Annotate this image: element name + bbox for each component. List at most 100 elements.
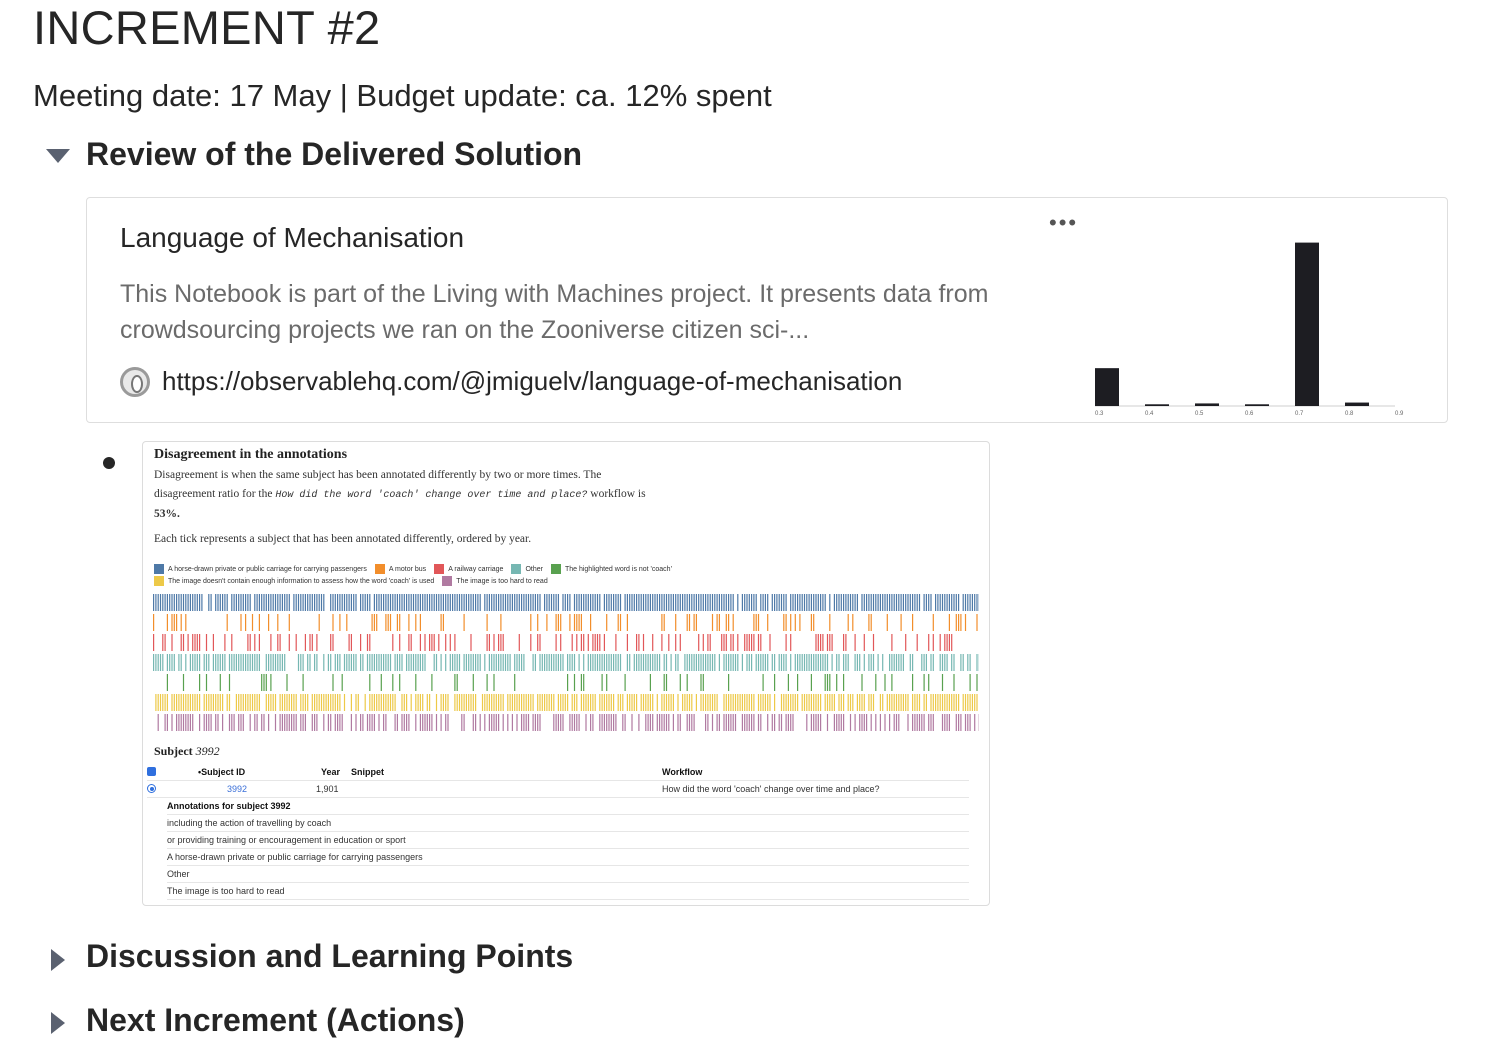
tick-mark xyxy=(222,714,224,731)
annotation-row: The image is too hard to read xyxy=(167,883,969,900)
tick-mark xyxy=(969,654,971,671)
tick-mark xyxy=(677,654,679,671)
bookmark-link[interactable]: https://observablehq.com/@jmiguelv/langu… xyxy=(120,366,902,397)
tick-mark xyxy=(153,654,155,671)
tick-mark xyxy=(854,714,856,731)
tick-mark xyxy=(716,714,718,731)
tick-mark xyxy=(401,694,403,711)
tick-mark xyxy=(626,694,628,711)
tick-mark xyxy=(461,694,463,711)
tick-mark xyxy=(247,654,249,671)
tick-mark xyxy=(937,694,939,711)
tick-mark xyxy=(636,594,638,611)
tick-mark xyxy=(725,614,727,631)
col-year[interactable]: Year xyxy=(321,767,340,777)
tick-mark xyxy=(327,654,329,671)
tick-mark xyxy=(718,594,720,611)
tick-mark xyxy=(746,714,748,731)
tick-mark xyxy=(854,654,856,671)
tick-mark xyxy=(778,714,780,731)
table-row[interactable]: 3992 1,901 How did the word 'coach' chan… xyxy=(147,781,969,798)
toggle-discussion-arrow[interactable] xyxy=(51,949,65,971)
tick-mark xyxy=(314,714,316,731)
toggle-review-title[interactable]: Review of the Delivered Solution xyxy=(86,136,582,173)
tick-mark xyxy=(272,594,274,611)
tick-mark xyxy=(339,694,341,711)
tick-mark xyxy=(486,634,488,651)
tick-mark xyxy=(263,594,265,611)
tick-mark xyxy=(725,594,727,611)
tick-mark xyxy=(856,694,858,711)
tick-mark xyxy=(665,694,668,711)
tick-mark xyxy=(539,634,541,651)
tick-mark xyxy=(633,594,635,611)
tick-mark xyxy=(429,594,431,611)
tick-mark xyxy=(270,654,272,671)
tick-mark xyxy=(948,714,950,731)
tick-mark xyxy=(410,694,412,711)
tick-mark xyxy=(346,654,348,671)
caret-right-icon xyxy=(51,1012,65,1034)
tick-mark xyxy=(394,714,396,731)
tick-mark xyxy=(691,694,693,711)
tick-mark xyxy=(695,694,697,711)
col-snippet[interactable]: Snippet xyxy=(351,767,384,777)
tick-mark xyxy=(254,634,256,651)
tick-mark xyxy=(373,714,375,731)
tick-mark xyxy=(843,654,845,671)
tick-mark xyxy=(530,634,532,651)
tick-mark xyxy=(472,594,474,611)
row-radio[interactable] xyxy=(147,784,156,793)
row-workflow: How did the word 'coach' change over tim… xyxy=(662,784,880,794)
tick-mark xyxy=(410,654,412,671)
tick-mark xyxy=(339,594,341,611)
tick-mark xyxy=(238,694,240,711)
tick-mark xyxy=(647,714,649,731)
select-all-checkbox[interactable] xyxy=(147,767,156,776)
tick-mark xyxy=(263,714,265,731)
tick-mark xyxy=(882,654,884,671)
tick-mark xyxy=(155,654,157,671)
tick-mark xyxy=(898,594,900,611)
tick-mark xyxy=(693,714,695,731)
tick-mark xyxy=(479,714,481,731)
tick-mark xyxy=(532,594,534,611)
tick-mark xyxy=(610,714,612,731)
tick-mark xyxy=(847,614,849,631)
tick-mark xyxy=(219,674,221,691)
bookmark-url: https://observablehq.com/@jmiguelv/langu… xyxy=(162,366,903,396)
col-workflow[interactable]: Workflow xyxy=(662,767,702,777)
toggle-discussion-title[interactable]: Discussion and Learning Points xyxy=(86,938,573,975)
tick-mark xyxy=(452,594,454,611)
toggle-review-arrow[interactable] xyxy=(46,149,70,163)
tick-mark xyxy=(488,594,490,611)
tick-mark xyxy=(868,654,870,671)
more-horizontal-icon[interactable]: ••• xyxy=(1049,210,1078,236)
tick-mark xyxy=(854,634,856,651)
tick-mark xyxy=(316,654,318,671)
tick-mark xyxy=(164,714,166,731)
tick-mark xyxy=(686,654,688,671)
tick-mark xyxy=(737,654,739,671)
tick-mark xyxy=(426,694,428,711)
toggle-next-increment-arrow[interactable] xyxy=(51,1012,65,1034)
tick-mark xyxy=(767,654,769,671)
tick-mark xyxy=(753,594,755,611)
tick-mark xyxy=(656,714,658,731)
bookmark-card[interactable]: Language of Mechanisation This Notebook … xyxy=(86,197,1448,423)
tick-mark xyxy=(484,694,486,711)
tick-mark xyxy=(640,654,642,671)
tick-mark xyxy=(162,634,164,651)
tick-mark xyxy=(314,594,316,611)
tick-mark xyxy=(792,714,794,731)
tick-mark xyxy=(194,634,196,651)
subject-id-link[interactable]: 3992 xyxy=(227,784,247,794)
tick-mark xyxy=(755,594,757,611)
tick-mark xyxy=(355,694,357,711)
toggle-next-increment-title[interactable]: Next Increment (Actions) xyxy=(86,1002,465,1039)
legend-swatch xyxy=(434,564,445,574)
col-subject-id[interactable]: •Subject ID xyxy=(198,767,245,777)
tick-mark xyxy=(318,694,320,711)
tick-mark xyxy=(916,694,918,711)
tick-mark xyxy=(415,694,417,711)
